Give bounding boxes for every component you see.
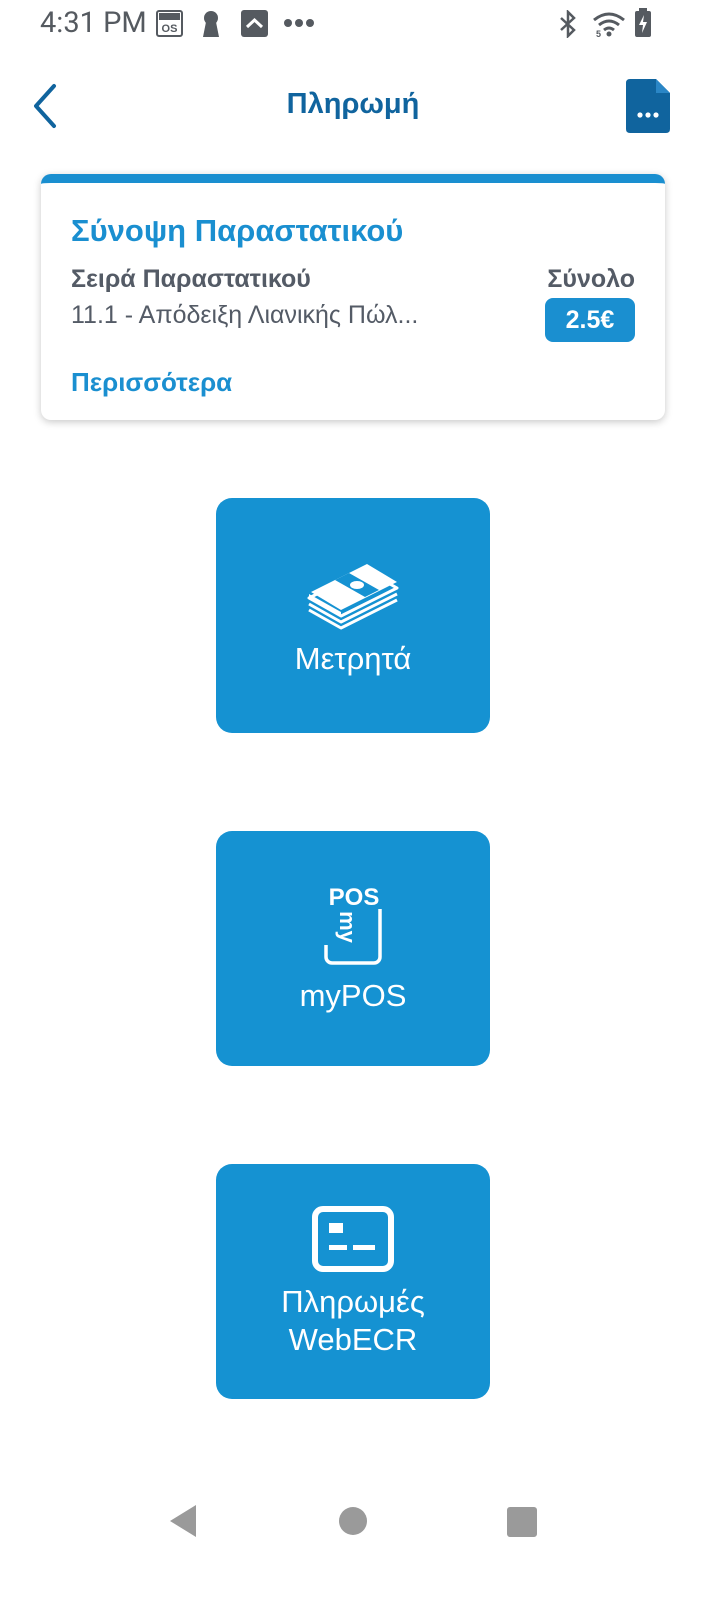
more-dots-icon — [284, 19, 314, 27]
document-summary-card: Σύνοψη Παραστατικού Σειρά Παραστατικού 1… — [41, 174, 665, 420]
page-title: Πληρωμή — [286, 88, 420, 120]
chevron-up-box-icon — [241, 10, 268, 37]
card-terminal-icon — [312, 1205, 394, 1272]
bluetooth-icon — [560, 10, 576, 38]
summary-title: Σύνοψη Παραστατικού — [71, 213, 404, 248]
status-time: 4:31 PM — [40, 6, 147, 40]
nav-home-icon[interactable] — [339, 1507, 367, 1535]
mypos-icon-text-side: my — [335, 911, 360, 944]
battery-charging-icon — [635, 8, 651, 37]
cash-payment-button[interactable]: Μετρητά — [216, 498, 490, 733]
series-value: 11.1 - Απόδειξη Λιανικής Πώλ... — [71, 301, 419, 329]
mypos-device-icon: POS my — [321, 882, 382, 965]
keyhole-icon — [203, 11, 219, 37]
document-more-icon[interactable] — [626, 79, 670, 133]
cash-stack-icon — [307, 563, 399, 629]
total-badge: 2.5€ — [545, 298, 635, 342]
wifi-5g-icon: 5 — [593, 12, 625, 38]
mypos-icon-text-top: POS — [329, 884, 380, 911]
svg-text:5: 5 — [596, 29, 601, 38]
webecr-label: Πληρωμές WebECR — [281, 1283, 425, 1359]
mypos-label: myPOS — [299, 977, 407, 1013]
webecr-payment-button[interactable]: Πληρωμές WebECR — [216, 1164, 490, 1399]
more-link[interactable]: Περισσότερα — [71, 367, 232, 398]
nav-recents-icon[interactable] — [507, 1507, 537, 1537]
mypos-payment-button[interactable]: POS my myPOS — [216, 831, 490, 1066]
sunmi-os-icon: OS — [156, 10, 183, 37]
series-label: Σειρά Παραστατικού — [71, 265, 311, 293]
webecr-label-line2: WebECR — [288, 1321, 418, 1357]
svg-text:OS: OS — [162, 23, 178, 35]
nav-back-icon[interactable] — [168, 1503, 198, 1539]
cash-label: Μετρητά — [294, 640, 412, 676]
webecr-label-line1: Πληρωμές — [281, 1283, 425, 1319]
total-label: Σύνολο — [547, 265, 635, 293]
